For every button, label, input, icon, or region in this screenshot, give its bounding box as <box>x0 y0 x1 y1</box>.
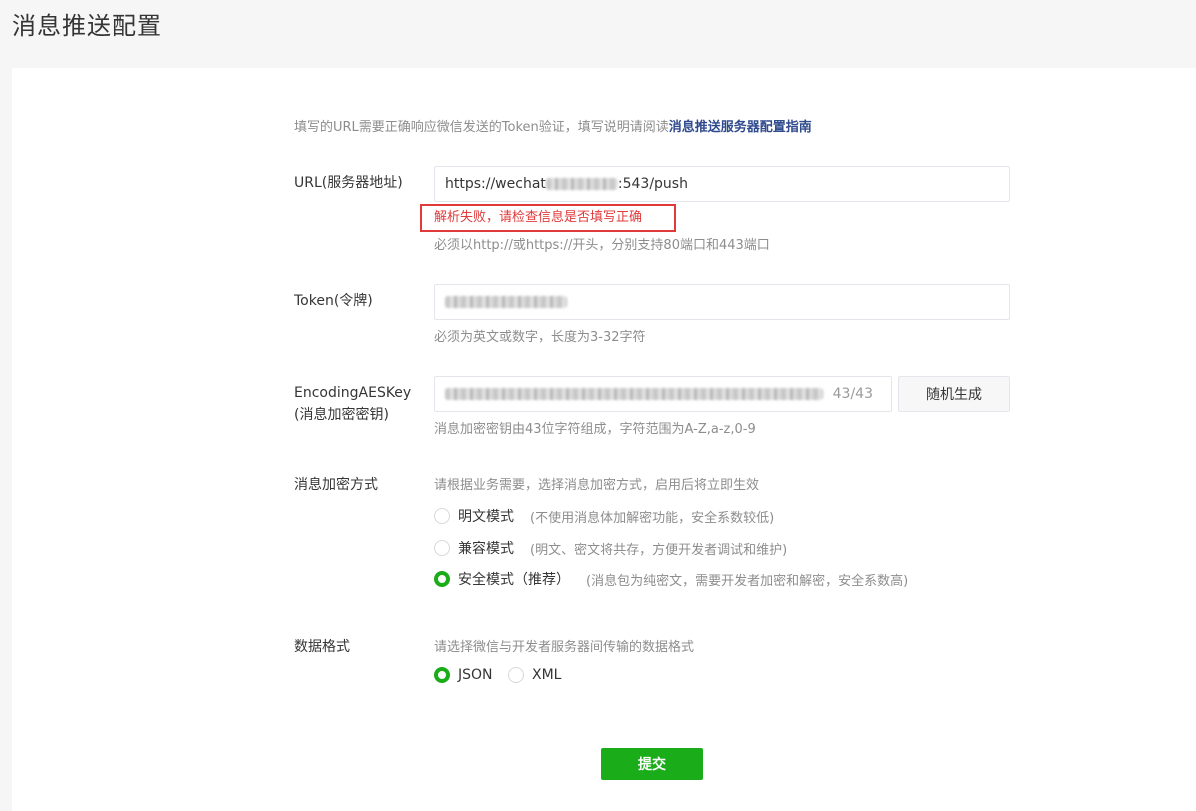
radio-label: 兼容模式 <box>458 541 514 557</box>
radio-description: (不使用消息体加解密功能，安全系数较低) <box>530 510 775 526</box>
url-error-message: 解析失败，请检查信息是否填写正确 <box>420 204 676 232</box>
aes-key-counter: 43/43 <box>832 386 873 402</box>
redacted-text <box>445 388 823 400</box>
radio-unchecked-icon[interactable] <box>508 667 524 683</box>
redacted-text <box>445 296 567 308</box>
data-format-label: 数据格式 <box>294 639 350 655</box>
url-hint: 必须以http://或https://开头，分别支持80端口和443端口 <box>434 238 770 253</box>
token-input[interactable] <box>434 284 1010 320</box>
aes-key-label-main: EncodingAESKey <box>294 385 412 401</box>
radio-unchecked-icon[interactable] <box>434 508 450 524</box>
url-input[interactable]: https://wechat :543/push <box>434 166 1010 202</box>
page-title: 消息推送配置 <box>12 12 162 40</box>
redacted-text <box>545 178 618 190</box>
radio-label: JSON <box>458 667 493 683</box>
radio-description: (明文、密文将共存，方便开发者调试和维护) <box>530 542 788 558</box>
encryption-hint: 请根据业务需要，选择消息加密方式，启用后将立即生效 <box>434 478 760 493</box>
encryption-option-plain[interactable]: 明文模式 (不使用消息体加解密功能，安全系数较低) <box>434 506 774 526</box>
radio-label: 安全模式（推荐） <box>458 572 570 588</box>
url-label: URL(服务器地址) <box>294 175 403 191</box>
radio-unchecked-icon[interactable] <box>434 540 450 556</box>
encryption-option-compatible[interactable]: 兼容模式 (明文、密文将共存，方便开发者调试和维护) <box>434 538 787 558</box>
encryption-label: 消息加密方式 <box>294 477 378 493</box>
intro-description: 填写的URL需要正确响应微信发送的Token验证，填写说明请阅读 <box>294 120 669 135</box>
encryption-option-secure[interactable]: 安全模式（推荐） (消息包为纯密文，需要开发者加密和解密，安全系数高) <box>434 569 908 589</box>
token-hint: 必须为英文或数字，长度为3-32字符 <box>434 330 646 345</box>
generate-key-button[interactable]: 随机生成 <box>898 376 1010 412</box>
data-format-option-json[interactable]: JSON <box>434 667 493 683</box>
data-format-option-xml[interactable]: XML <box>508 667 561 683</box>
aes-key-hint: 消息加密密钥由43位字符组成，字符范围为A-Z,a-z,0-9 <box>434 422 756 437</box>
config-card: 填写的URL需要正确响应微信发送的Token验证，填写说明请阅读消息推送服务器配… <box>12 68 1196 811</box>
aes-key-input[interactable]: 43/43 <box>434 376 892 412</box>
aes-key-label-sub: (消息加密密钥) <box>294 407 389 423</box>
radio-label: 明文模式 <box>458 509 514 525</box>
url-value-prefix: https://wechat <box>445 176 546 192</box>
url-value-suffix: :543/push <box>617 176 688 192</box>
radio-checked-icon[interactable] <box>434 667 450 683</box>
token-label: Token(令牌) <box>294 293 373 309</box>
radio-label: XML <box>532 667 562 683</box>
data-format-hint: 请选择微信与开发者服务器间传输的数据格式 <box>434 640 695 655</box>
radio-checked-icon[interactable] <box>434 571 450 587</box>
submit-button[interactable]: 提交 <box>601 748 703 780</box>
config-guide-link[interactable]: 消息推送服务器配置指南 <box>669 120 812 135</box>
intro-text: 填写的URL需要正确响应微信发送的Token验证，填写说明请阅读消息推送服务器配… <box>294 116 812 135</box>
radio-description: (消息包为纯密文，需要开发者加密和解密，安全系数高) <box>586 573 909 589</box>
aes-key-label: EncodingAESKey (消息加密密钥) <box>294 382 411 426</box>
